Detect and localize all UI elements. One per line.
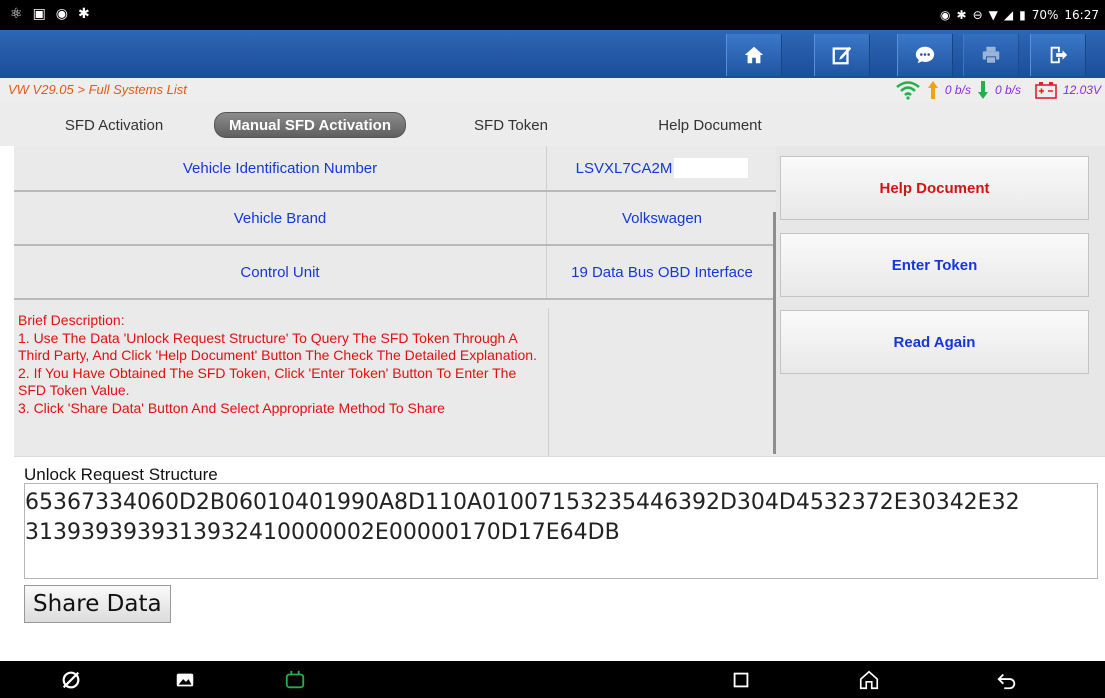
edit-report-button[interactable] [814, 34, 870, 76]
usb-debug-icon: ⚛ [10, 6, 23, 22]
record-icon: ◉ [55, 6, 69, 22]
description-step-3: 3. Click 'Share Data' Button And Select … [18, 399, 445, 416]
description-spacer [548, 308, 776, 456]
wifi-icon: ▼ [988, 8, 998, 22]
voltage-reading: 12.03V [1062, 83, 1101, 97]
print-icon [982, 46, 1000, 64]
recents-button[interactable] [728, 667, 754, 693]
wifi-signal-icon [896, 81, 920, 100]
android-nav-bar [0, 661, 1105, 698]
browser-shortcut[interactable] [58, 667, 84, 693]
clock: 16:27 [1064, 8, 1099, 22]
home-button[interactable] [726, 34, 782, 76]
do-not-disturb-icon: ⊖ [972, 8, 983, 22]
brief-description: Brief Description: 1. Use The Data 'Unlo… [14, 308, 547, 456]
brand-label: Vehicle Brand [14, 192, 547, 244]
download-rate: 0 b/s [994, 83, 1021, 97]
recents-icon [733, 672, 749, 688]
exit-icon [1050, 46, 1068, 64]
signal-icon: ◢ [1003, 8, 1014, 22]
description-step-1: 1. Use The Data 'Unlock Request Structur… [18, 329, 537, 364]
download-arrow-icon [977, 81, 988, 99]
control-unit-label: Control Unit [14, 246, 547, 298]
table-row: Vehicle Identification Number LSVXL7CA2M [14, 146, 776, 192]
edit-report-icon [832, 46, 852, 65]
share-data-button[interactable]: Share Data [24, 585, 171, 623]
unlock-request-line-1: 65367334060D2B06010401990A8D110A01007153… [25, 490, 1020, 515]
description-step-2: 2. If You Have Obtained The SFD Token, C… [18, 364, 517, 399]
battery-voltage-icon [1035, 82, 1057, 99]
browser-icon [62, 671, 80, 689]
battery-percent: 70% [1031, 8, 1059, 22]
unlock-request-section: Unlock Request Structure 65367334060D2B0… [14, 456, 1105, 661]
vci-shortcut[interactable] [282, 667, 308, 693]
control-unit-value: 19 Data Bus OBD Interface [571, 263, 753, 281]
gallery-icon: ▣ [32, 6, 46, 22]
upload-arrow-icon [927, 81, 938, 99]
gallery-icon [176, 673, 194, 687]
bluetooth-settings-icon: ✱ [78, 6, 90, 22]
location-icon: ◉ [940, 8, 951, 22]
breadcrumb-bar: VW V29.05 > Full Systems List 0 b/s 0 b/… [0, 78, 1105, 102]
unlock-request-value[interactable]: 65367334060D2B06010401990A8D110A01007153… [24, 483, 1098, 579]
unlock-request-label: Unlock Request Structure [24, 465, 218, 484]
vehicle-info-grid: Vehicle Identification Number LSVXL7CA2M… [14, 146, 776, 456]
vin-redaction [674, 158, 749, 178]
battery-icon: ▮ [1019, 8, 1026, 22]
vci-icon [285, 670, 305, 689]
tab-sfd-activation[interactable]: SFD Activation [44, 112, 184, 138]
app-toolbar [0, 30, 1105, 78]
description-heading: Brief Description: [18, 312, 125, 328]
tab-help-document[interactable]: Help Document [630, 112, 790, 138]
brand-value: Volkswagen [621, 209, 703, 227]
tab-sfd-token[interactable]: SFD Token [456, 112, 566, 138]
unlock-request-line-2: 3139393939313932410000002E00000170D17E64… [25, 520, 620, 545]
breadcrumb: VW V29.05 > Full Systems List [8, 82, 187, 97]
exit-button[interactable] [1030, 34, 1086, 76]
home-icon [744, 46, 764, 64]
table-row: Vehicle Brand Volkswagen [14, 192, 776, 246]
home-outline-icon [859, 670, 879, 690]
enter-token-button[interactable]: Enter Token [780, 233, 1089, 297]
back-icon [997, 673, 1016, 690]
vin-label: Vehicle Identification Number [14, 146, 547, 190]
chat-icon [915, 46, 935, 64]
back-button[interactable] [994, 667, 1020, 693]
vin-value-cell: LSVXL7CA2M [548, 146, 776, 190]
read-again-button[interactable]: Read Again [780, 310, 1089, 374]
status-bar: ⚛ ▣ ◉ ✱ ◉ ✱ ⊖ ▼ ◢ ▮ 70% 16:27 [0, 0, 1105, 30]
table-row: Control Unit 19 Data Bus OBD Interface [14, 246, 776, 300]
upload-rate: 0 b/s [944, 83, 971, 97]
bluetooth-icon: ✱ [956, 8, 967, 22]
home-nav-button[interactable] [856, 667, 882, 693]
help-document-button[interactable]: Help Document [780, 156, 1089, 220]
action-panel: Help Document Enter Token Read Again [776, 146, 1105, 456]
tab-bar: SFD Activation Manual SFD Activation SFD… [0, 102, 1105, 146]
chat-button[interactable] [897, 34, 953, 76]
print-button[interactable] [963, 34, 1019, 76]
tab-manual-sfd-activation[interactable]: Manual SFD Activation [214, 112, 406, 138]
connection-status: 0 b/s 0 b/s 12.03V [895, 80, 1101, 100]
vin-value: LSVXL7CA2M [575, 159, 673, 177]
gallery-shortcut[interactable] [172, 667, 198, 693]
